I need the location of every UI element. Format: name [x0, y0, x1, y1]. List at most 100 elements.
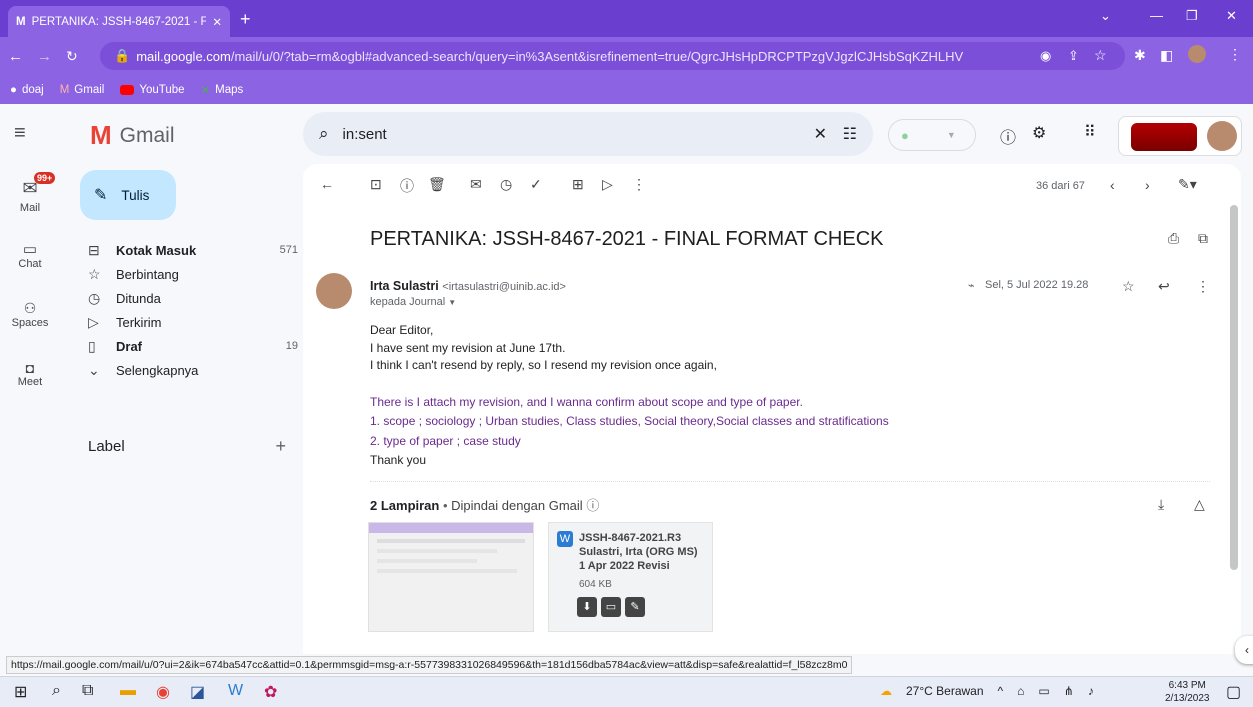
attachment-clip-icon: ⌁: [968, 280, 975, 292]
notification-icon[interactable]: ▢: [1226, 682, 1241, 702]
search-options-icon[interactable]: ☷: [843, 124, 857, 144]
add-task-icon[interactable]: ✓: [530, 176, 542, 193]
sender-avatar[interactable]: [316, 273, 352, 309]
gmail-logo[interactable]: M Gmail: [90, 120, 175, 151]
clear-search-icon[interactable]: ✕: [814, 124, 827, 144]
bookmark-star-icon[interactable]: ☆: [1094, 47, 1107, 64]
file-explorer-icon[interactable]: ▬: [120, 682, 136, 700]
back-icon[interactable]: ←: [8, 48, 23, 65]
settings-icon[interactable]: ⚙: [1032, 123, 1046, 143]
snooze-icon[interactable]: ◷: [500, 176, 512, 193]
clock[interactable]: 6:43 PM 2/13/2023: [1165, 679, 1210, 705]
eye-icon[interactable]: ◉: [1040, 48, 1051, 64]
close-tab-icon[interactable]: ✕: [212, 15, 222, 29]
apps-grid-icon[interactable]: ⠿: [1084, 122, 1096, 142]
back-to-list-icon[interactable]: ←: [320, 176, 334, 192]
app-icon[interactable]: ◪: [190, 682, 205, 702]
more-options-icon[interactable]: ⋮: [632, 176, 646, 193]
open-new-window-icon[interactable]: ⧉: [1198, 230, 1208, 247]
app-rail: ✉ 99+ Mail ▭ Chat ⚇ Spaces ◘ Meet: [0, 164, 70, 654]
input-tools-icon[interactable]: ✎▾: [1178, 176, 1197, 193]
attachment-card-word[interactable]: W JSSH-8467-2021.R3 Sulastri, Irta (ORG …: [548, 522, 713, 632]
maximize-button[interactable]: ❐: [1186, 8, 1198, 24]
profile-avatar[interactable]: [1188, 45, 1206, 63]
chevron-left-icon: ‹: [1245, 643, 1249, 657]
weather-icon: ☁: [880, 684, 892, 698]
word-icon[interactable]: W: [228, 682, 243, 700]
account-box[interactable]: [1118, 116, 1242, 156]
bookmark-gmail[interactable]: M Gmail: [60, 84, 105, 96]
older-icon[interactable]: ›: [1145, 177, 1150, 193]
reply-icon[interactable]: ↩: [1158, 278, 1170, 295]
bookmark-maps[interactable]: ✕ Maps: [201, 83, 244, 97]
nav-snoozed[interactable]: ◷ Ditunda: [88, 286, 298, 310]
nav-starred[interactable]: ☆ Berbintang: [88, 262, 298, 286]
star-icon: ☆: [88, 265, 101, 282]
tab-search-icon[interactable]: ⌄: [1100, 8, 1111, 24]
mark-unread-icon[interactable]: ✉: [470, 176, 482, 193]
thumb-line: [377, 539, 525, 543]
nav-sent[interactable]: ▷ Terkirim: [88, 310, 298, 334]
task-view-icon[interactable]: ⧉: [82, 682, 93, 700]
rail-chat[interactable]: ▭ Chat: [0, 240, 60, 270]
download-all-icon[interactable]: ⤓: [1158, 496, 1164, 513]
rail-mail[interactable]: ✉ 99+ Mail: [0, 172, 60, 214]
rail-meet[interactable]: ◘ Meet: [0, 360, 60, 388]
search-icon[interactable]: ⌕: [52, 682, 61, 700]
chrome-icon[interactable]: ◉: [156, 682, 170, 702]
newer-icon[interactable]: ‹: [1110, 177, 1115, 193]
side-panel-toggle[interactable]: ‹: [1235, 636, 1253, 664]
status-dropdown[interactable]: ● ▼: [888, 119, 976, 151]
forward-icon[interactable]: →: [37, 48, 52, 65]
reload-icon[interactable]: ↻: [66, 48, 78, 65]
star-icon[interactable]: ☆: [1122, 278, 1135, 295]
nav-inbox[interactable]: ⊟ Kotak Masuk 571: [88, 238, 298, 262]
report-spam-icon[interactable]: ⓘ: [400, 176, 414, 196]
new-tab-button[interactable]: +: [240, 9, 251, 30]
url-bar[interactable]: 🔒 mail.google.com/mail/u/0/?tab=rm&ogbl#…: [100, 42, 1125, 70]
help-icon[interactable]: ⓘ: [1000, 124, 1016, 148]
extensions-icon[interactable]: ✱: [1134, 47, 1146, 64]
search-icon[interactable]: ⌕: [319, 124, 329, 144]
main-menu-icon[interactable]: ≡: [14, 122, 26, 145]
nav-drafts[interactable]: ▯ Draf 19: [88, 334, 298, 358]
wifi-icon[interactable]: ⋔: [1064, 684, 1074, 698]
scrollbar[interactable]: [1230, 205, 1238, 570]
bookmark-doaj[interactable]: ● doaj: [10, 84, 44, 96]
save-to-drive-icon[interactable]: △: [1194, 496, 1205, 513]
rail-spaces[interactable]: ⚇ Spaces: [0, 300, 60, 329]
search-input[interactable]: in:sent: [343, 126, 387, 143]
delete-icon[interactable]: 🗑: [428, 176, 446, 193]
attachment-thumbnail-screenshot[interactable]: [368, 522, 534, 632]
network-icon[interactable]: ⌂: [1017, 684, 1024, 698]
battery-icon[interactable]: ▭: [1038, 684, 1049, 698]
recipient-line[interactable]: kepada Journal ▼: [370, 296, 456, 308]
nav-more[interactable]: ⌄ Selengkapnya: [88, 358, 298, 382]
account-avatar[interactable]: [1207, 121, 1237, 151]
windows-start-icon[interactable]: ⊞: [14, 682, 27, 702]
edit-icon[interactable]: ✎: [625, 597, 645, 617]
move-to-icon[interactable]: ⊞: [572, 176, 584, 193]
weather-text[interactable]: 27°C Berawan: [906, 684, 984, 698]
folder-icon[interactable]: ▭: [601, 597, 621, 617]
menu-kebab-icon[interactable]: ⋮: [1228, 46, 1242, 63]
chevron-down-icon: ▼: [946, 130, 956, 140]
search-bar[interactable]: ⌕ in:sent ✕ ☷: [303, 112, 873, 156]
download-icon[interactable]: ⬇: [577, 597, 597, 617]
bookmark-youtube[interactable]: YouTube: [120, 84, 185, 96]
minimize-button[interactable]: —: [1150, 8, 1163, 23]
share-icon[interactable]: ⇪: [1068, 48, 1079, 64]
volume-icon[interactable]: ♪: [1088, 684, 1094, 698]
browser-tab[interactable]: M PERTANIKA: JSSH-8467-2021 - Fi ✕: [8, 6, 230, 37]
sidepanel-icon[interactable]: ◧: [1160, 47, 1173, 64]
more-options-icon[interactable]: ⋮: [1196, 278, 1210, 295]
archive-icon[interactable]: ⊡: [370, 176, 382, 193]
paint-icon[interactable]: ✿: [264, 682, 277, 702]
info-icon[interactable]: ⓘ: [586, 498, 599, 513]
sender-name[interactable]: Irta Sulastri: [370, 279, 439, 293]
label-icon[interactable]: ▷: [602, 176, 613, 193]
add-label-icon[interactable]: +: [275, 436, 286, 457]
chevron-up-icon[interactable]: ^: [998, 684, 1004, 698]
close-window-button[interactable]: ✕: [1226, 8, 1237, 24]
print-icon[interactable]: ⎙: [1168, 230, 1179, 247]
